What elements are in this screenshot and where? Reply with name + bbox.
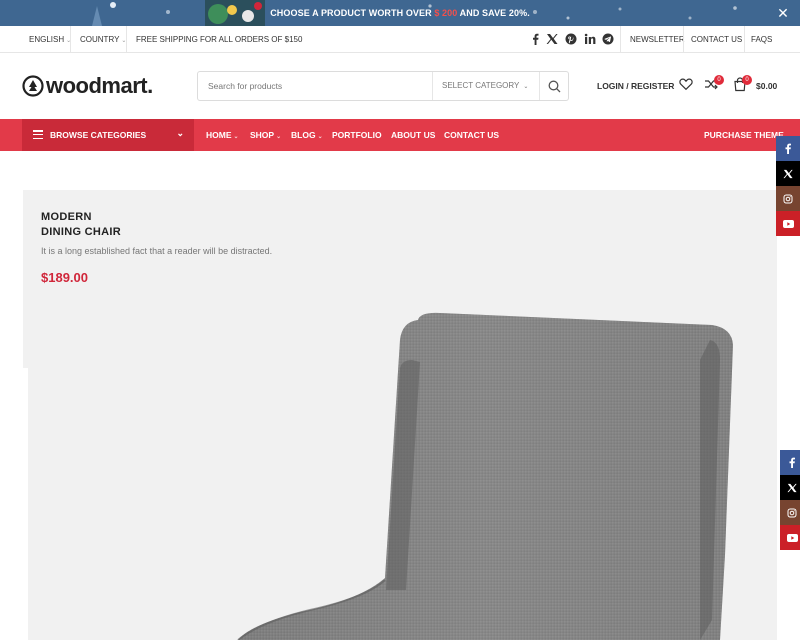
linkedin-icon[interactable] <box>584 33 596 45</box>
nav-home[interactable]: HOME ⌄ <box>206 130 239 140</box>
sticky-social-bar-lower <box>780 450 800 550</box>
country-selector[interactable]: COUNTRY ⌄ <box>80 35 126 44</box>
search-icon <box>548 80 560 92</box>
compare-count-badge: 0 <box>714 75 724 85</box>
instagram-icon[interactable] <box>780 500 800 525</box>
product-description: It is a long established fact that a rea… <box>41 246 273 256</box>
nav-portfolio[interactable]: PORTFOLIO <box>332 130 382 140</box>
facebook-icon[interactable] <box>780 450 800 475</box>
contact-us-top-link[interactable]: CONTACT US <box>691 35 742 44</box>
cart-count-badge: 0 <box>742 75 752 85</box>
x-icon[interactable] <box>546 33 558 45</box>
promo-amount: $ 200 <box>434 8 458 18</box>
login-register-link[interactable]: LOGIN / REGISTER <box>597 81 674 91</box>
youtube-icon[interactable] <box>780 525 800 550</box>
top-bar: ENGLISH ⌄ COUNTRY ⌄ FREE SHIPPING FOR ALL … <box>0 26 800 53</box>
telegram-icon[interactable] <box>602 33 614 45</box>
main-nav: BROWSE CATEGORIES ⌄ HOME ⌄ SHOP ⌄ BLOG ⌄ PO… <box>0 119 800 151</box>
category-select[interactable]: SELECT CATEGORY ⌄ <box>432 72 539 100</box>
site-logo[interactable]: woodmart. <box>22 73 153 98</box>
language-selector[interactable]: ENGLISH ⌄ <box>29 35 71 44</box>
facebook-icon[interactable] <box>776 136 800 161</box>
promo-banner: CHOOSE A PRODUCT WORTH OVER $ 200 AND SA… <box>0 0 800 26</box>
nav-contact-us[interactable]: CONTACT US <box>444 130 499 140</box>
instagram-icon[interactable] <box>776 186 800 211</box>
logo-tree-icon <box>22 75 44 97</box>
wishlist-icon[interactable] <box>679 77 693 96</box>
faqs-link[interactable]: FAQS <box>751 35 772 44</box>
search-form: SELECT CATEGORY⌄ <box>197 71 569 101</box>
product-hero <box>23 190 777 368</box>
promo-text: CHOOSE A PRODUCT WORTH OVER $ 200 AND SA… <box>270 8 530 18</box>
purchase-theme-link[interactable]: PURCHASE THEME <box>704 130 784 140</box>
x-icon[interactable] <box>780 475 800 500</box>
nav-shop[interactable]: SHOP ⌄ <box>250 130 281 140</box>
shipping-notice: FREE SHIPPING FOR ALL ORDERS OF $150 <box>136 35 303 44</box>
nav-blog[interactable]: BLOG ⌄ <box>291 130 323 140</box>
main-header: woodmart. SELECT CATEGORY⌄ LOGIN / REGIS… <box>0 53 800 119</box>
search-input[interactable] <box>198 72 432 100</box>
youtube-icon[interactable] <box>776 211 800 236</box>
promo-close-icon[interactable]: ✕ <box>776 6 790 20</box>
menu-icon <box>33 130 43 140</box>
pinterest-icon[interactable] <box>565 33 577 45</box>
product-title: MODERN DINING CHAIR <box>41 211 121 238</box>
facebook-icon[interactable] <box>530 33 541 45</box>
search-button[interactable] <box>539 72 568 100</box>
product-price: $189.00 <box>41 270 88 285</box>
product-image-area <box>28 368 777 640</box>
cart-total[interactable]: $0.00 <box>756 81 777 91</box>
chevron-down-icon: ⌄ <box>176 128 184 138</box>
nav-about-us[interactable]: ABOUT US <box>391 130 435 140</box>
x-icon[interactable] <box>776 161 800 186</box>
sticky-social-bar <box>776 136 800 236</box>
newsletter-link[interactable]: NEWSLETTER <box>630 35 685 44</box>
browse-categories-button[interactable]: BROWSE CATEGORIES ⌄ <box>22 119 194 151</box>
